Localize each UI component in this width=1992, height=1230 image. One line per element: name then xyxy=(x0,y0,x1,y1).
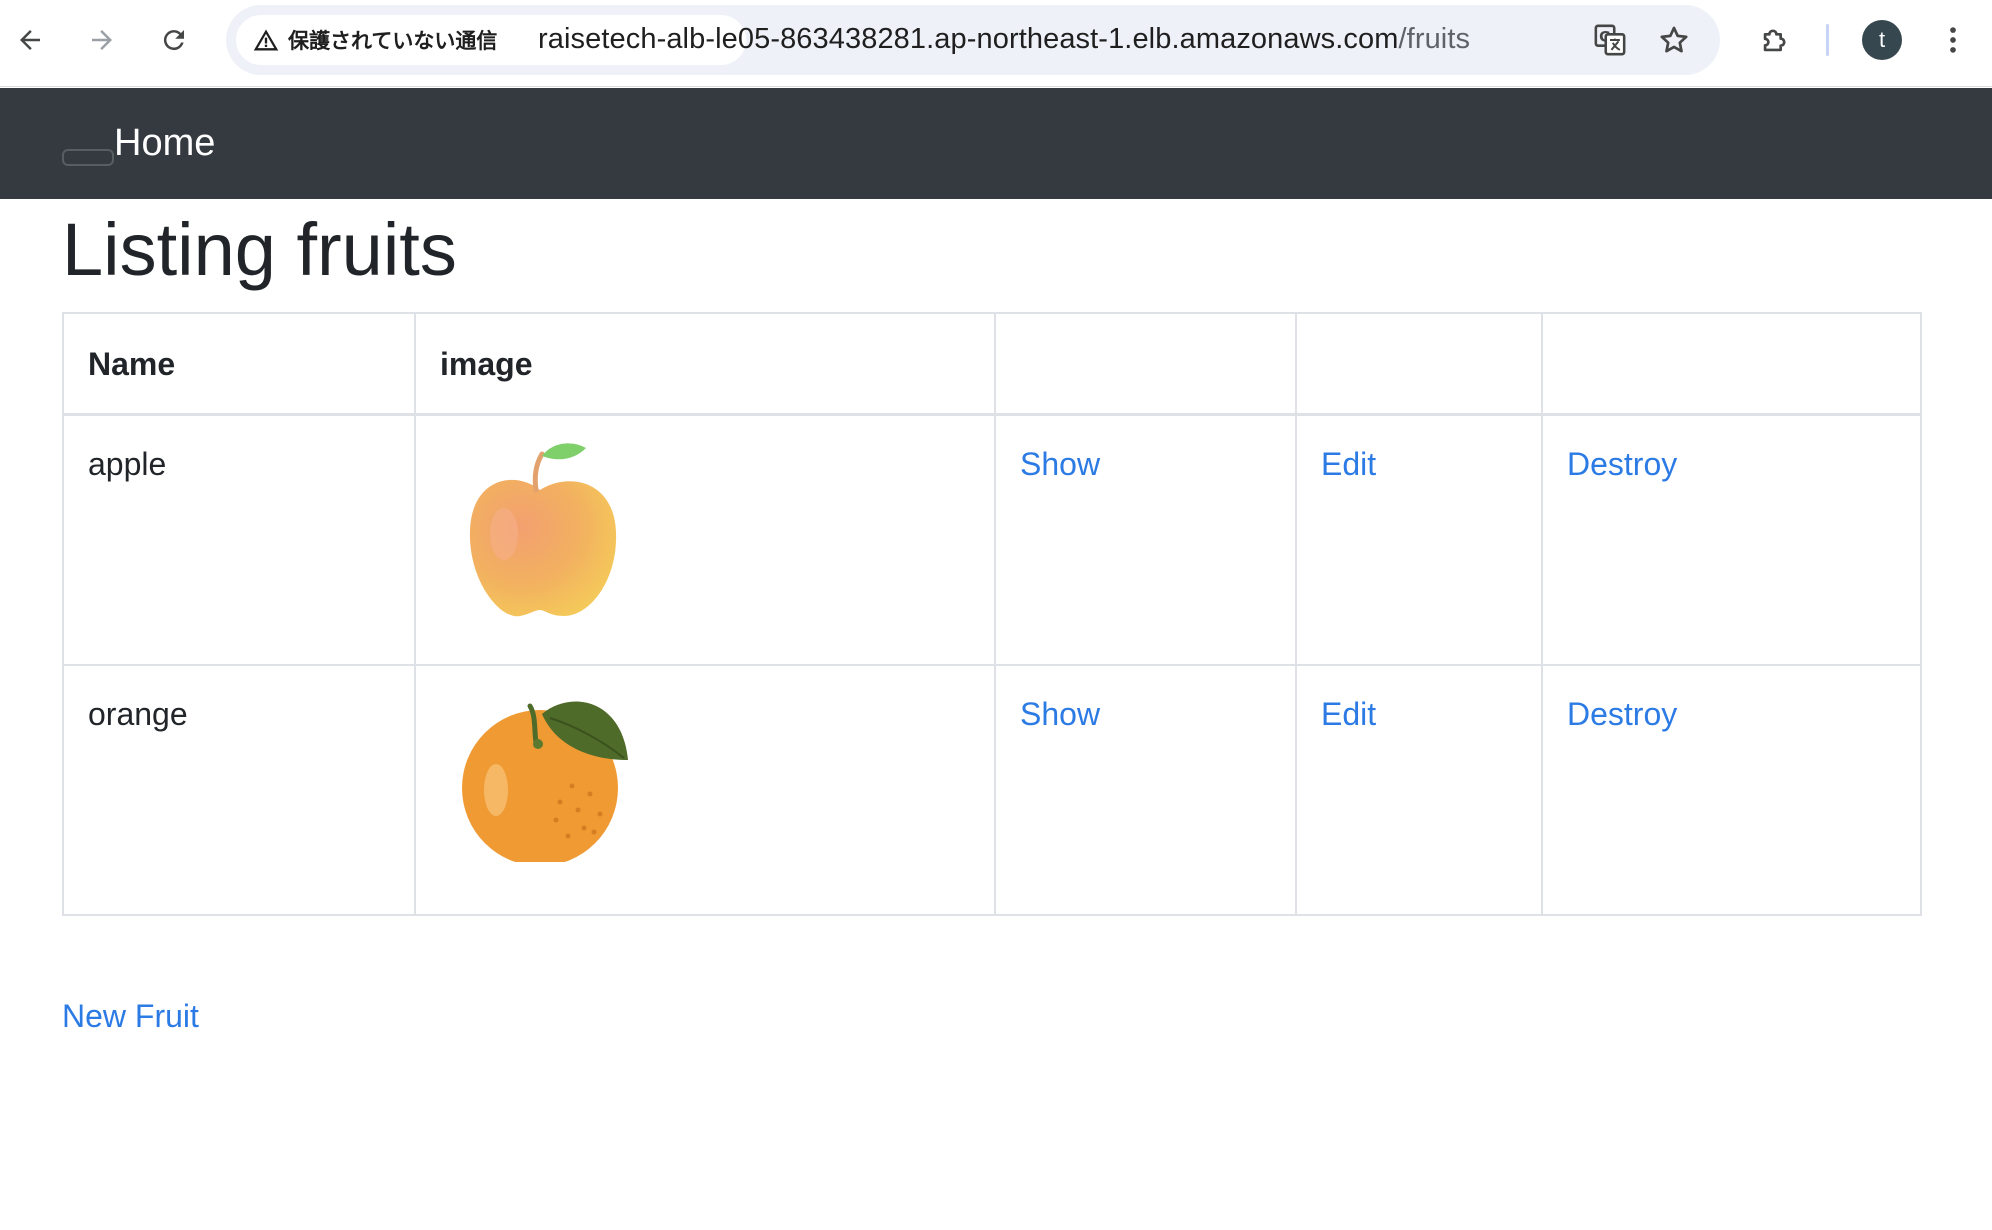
header-image: image xyxy=(414,312,996,416)
url-path: /fruits xyxy=(1398,23,1471,55)
bookmark-button[interactable] xyxy=(1653,19,1695,61)
edit-link[interactable]: Edit xyxy=(1321,446,1376,482)
header-destroy xyxy=(1541,312,1922,416)
table-row: orange Show Edit Destroy xyxy=(62,663,1922,916)
navbar-toggler-button[interactable] xyxy=(62,149,114,166)
destroy-cell: Destroy xyxy=(1541,413,1922,666)
page-title: Listing fruits xyxy=(62,208,457,291)
show-link[interactable]: Show xyxy=(1020,446,1100,482)
security-label: 保護されていない通信 xyxy=(288,29,498,53)
forward-button[interactable] xyxy=(78,16,126,64)
star-icon xyxy=(1660,26,1688,53)
destroy-link[interactable]: Destroy xyxy=(1567,446,1677,482)
fruit-image-cell xyxy=(414,413,996,666)
reload-button[interactable] xyxy=(150,16,198,64)
extensions-icon xyxy=(1763,29,1786,52)
url-text[interactable]: raisetech-alb-le05-863438281.ap-northeas… xyxy=(538,23,1470,56)
forward-arrow-icon xyxy=(92,30,112,50)
app-navbar: Home xyxy=(0,88,1992,199)
address-bar[interactable]: 保護されていない通信 raisetech-alb-le05-863438281.… xyxy=(226,5,1720,75)
header-name: Name xyxy=(62,312,416,416)
back-arrow-icon xyxy=(20,30,40,50)
fruit-name: apple xyxy=(62,413,416,666)
destroy-link[interactable]: Destroy xyxy=(1567,696,1677,732)
table-header-row: Name image xyxy=(62,312,1922,416)
header-show xyxy=(994,312,1297,416)
edit-cell: Edit xyxy=(1295,663,1543,916)
fruit-name: orange xyxy=(62,663,416,916)
show-cell: Show xyxy=(994,413,1297,666)
fruits-table: Name image apple Show Edit Destroy orang… xyxy=(62,312,1922,916)
warning-icon xyxy=(253,29,279,51)
profile-avatar[interactable]: t xyxy=(1862,20,1902,60)
destroy-cell: Destroy xyxy=(1541,663,1922,916)
translate-button[interactable]: G xyxy=(1589,19,1631,61)
edit-link[interactable]: Edit xyxy=(1321,696,1376,732)
show-cell: Show xyxy=(994,663,1297,916)
table-row: apple Show Edit Destroy xyxy=(62,413,1922,666)
browser-toolbar: 保護されていない通信 raisetech-alb-le05-863438281.… xyxy=(0,0,1992,87)
back-button[interactable] xyxy=(6,16,54,64)
translate-icon: G xyxy=(1594,24,1626,56)
home-link[interactable]: Home xyxy=(114,122,215,165)
more-vert-icon xyxy=(1950,27,1956,53)
more-menu-button[interactable] xyxy=(1929,16,1977,64)
extensions-button[interactable] xyxy=(1751,16,1799,64)
edit-cell: Edit xyxy=(1295,413,1543,666)
new-fruit-link[interactable]: New Fruit xyxy=(62,998,199,1035)
table-header: Name image xyxy=(62,312,1922,416)
fruit-image-cell xyxy=(414,663,996,916)
toolbar-divider xyxy=(1826,24,1829,56)
reload-icon xyxy=(163,30,184,51)
url-host: raisetech-alb-le05-863438281.ap-northeas… xyxy=(538,23,1399,55)
orange-image xyxy=(462,700,628,862)
header-edit xyxy=(1295,312,1543,416)
show-link[interactable]: Show xyxy=(1020,696,1100,732)
apple-image xyxy=(469,443,617,617)
